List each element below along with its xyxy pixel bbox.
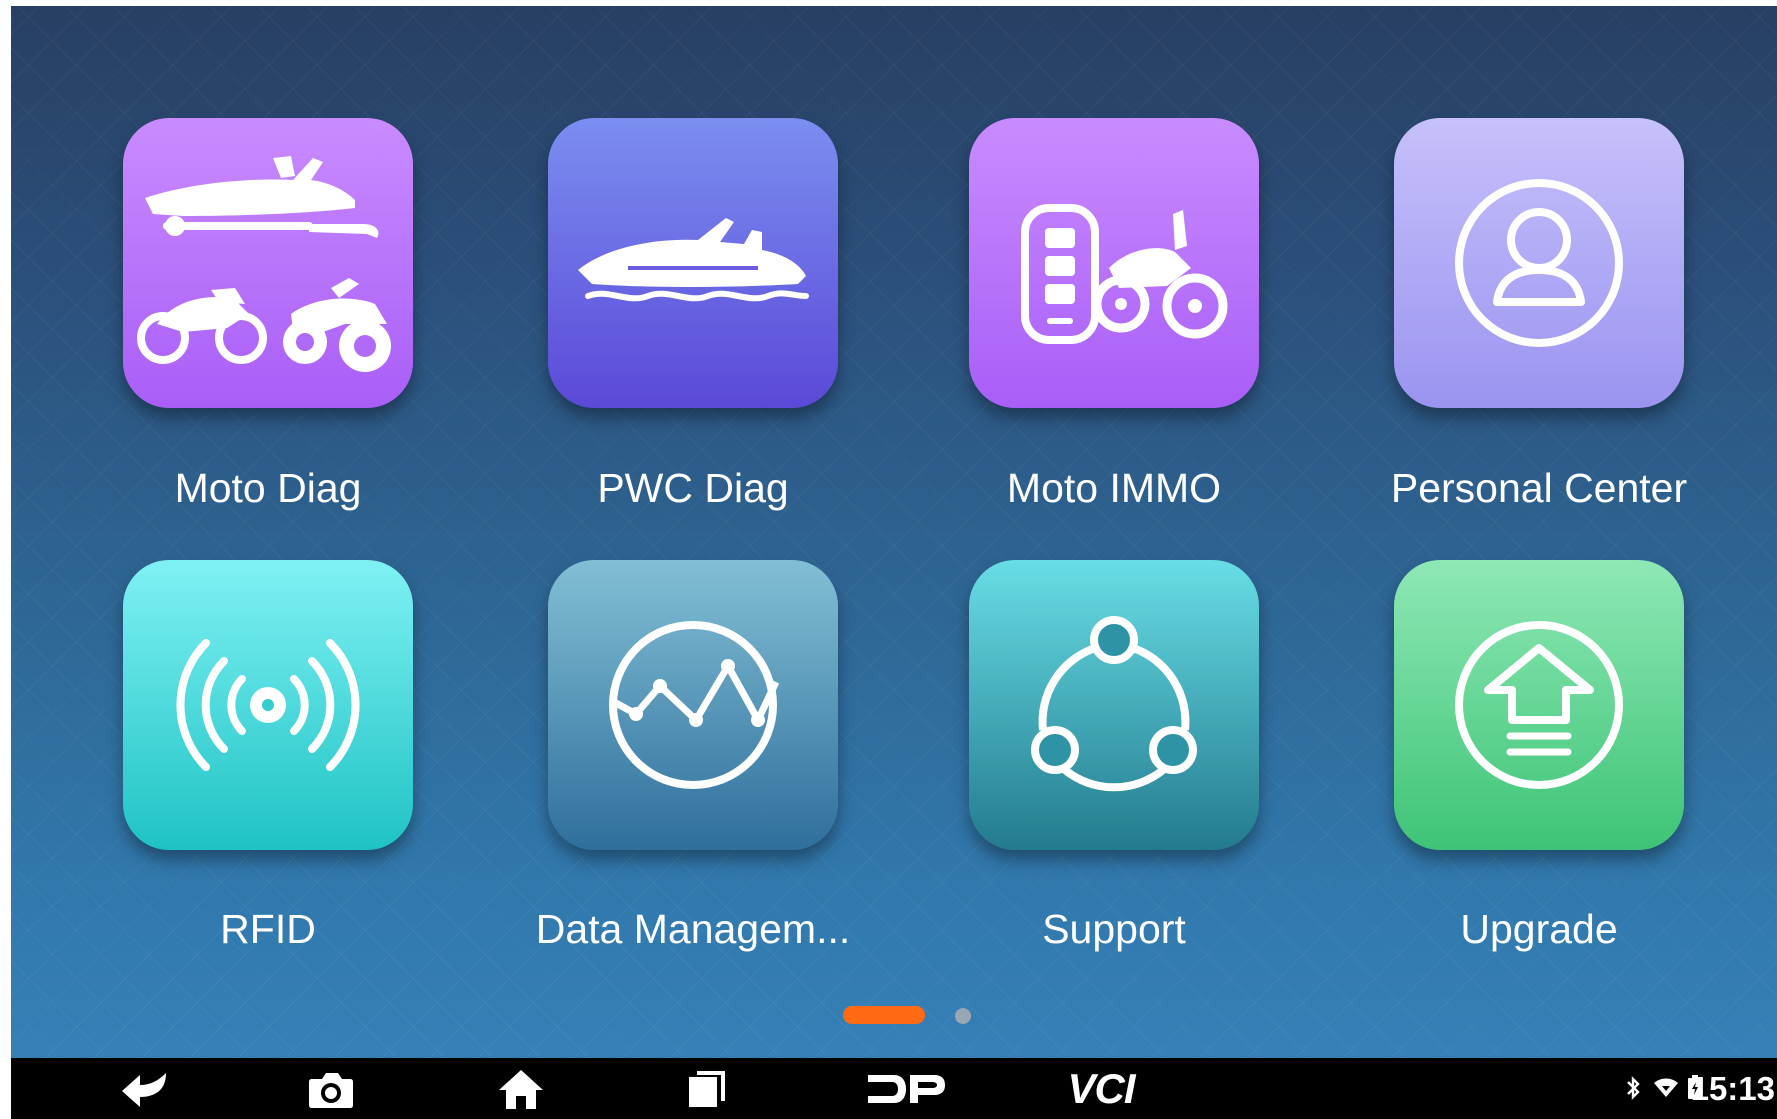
rfid-label: RFID xyxy=(220,906,316,952)
dp-logo-icon xyxy=(868,1074,945,1103)
recent-apps-button[interactable] xyxy=(677,1058,737,1119)
chart-trend-icon xyxy=(609,621,780,789)
vci-button[interactable]: VCI xyxy=(1051,1058,1151,1119)
share-nodes-icon xyxy=(1031,616,1197,792)
upgrade-arrow-icon xyxy=(1455,621,1623,789)
personal-center-label: Personal Center xyxy=(1390,465,1688,511)
user-profile-icon xyxy=(1455,179,1623,347)
rfid-tile[interactable] xyxy=(123,560,413,850)
moto-immo-tile[interactable] xyxy=(969,118,1259,408)
moto-immo-label: Moto IMMO xyxy=(1006,465,1222,511)
snowmobile-motorcycle-atv-icon xyxy=(137,156,391,372)
rfid-signal-icon xyxy=(176,639,360,771)
pwc-diag-label: PWC Diag xyxy=(597,465,789,511)
home-screen: Moto Diag PWC Diag Moto IMMO Personal Ce… xyxy=(11,6,1777,1058)
wifi-icon xyxy=(1654,1078,1678,1097)
status-clock: 15:13 xyxy=(1690,1070,1775,1107)
data-management-label: Data Managem... xyxy=(535,906,851,952)
moto-diag-tile[interactable] xyxy=(123,118,413,408)
upgrade-label: Upgrade xyxy=(1460,906,1618,952)
personal-center-tile[interactable] xyxy=(1394,118,1684,408)
moto-diag-label: Moto Diag xyxy=(174,465,362,511)
pwc-diag-tile[interactable] xyxy=(548,118,838,408)
camera-icon xyxy=(309,1072,353,1108)
system-navigation-bar: VCI 15:13 xyxy=(11,1058,1777,1119)
data-management-tile[interactable] xyxy=(548,560,838,850)
page-indicator-active[interactable] xyxy=(843,1006,925,1024)
support-tile[interactable] xyxy=(969,560,1259,850)
back-button[interactable] xyxy=(111,1058,181,1119)
page-indicator-dot[interactable] xyxy=(955,1008,971,1024)
home-button[interactable] xyxy=(491,1058,551,1119)
jet-ski-icon xyxy=(578,218,809,302)
dp-button[interactable] xyxy=(861,1058,951,1119)
home-icon xyxy=(499,1069,543,1109)
recent-apps-icon xyxy=(689,1070,725,1107)
support-label: Support xyxy=(1042,906,1186,952)
screenshot-button[interactable] xyxy=(301,1058,361,1119)
key-fob-motorcycle-icon xyxy=(1021,204,1228,344)
back-arrow-icon xyxy=(122,1072,166,1107)
upgrade-tile[interactable] xyxy=(1394,560,1684,850)
vci-label: VCI xyxy=(1067,1064,1135,1112)
bluetooth-icon xyxy=(1627,1076,1640,1100)
